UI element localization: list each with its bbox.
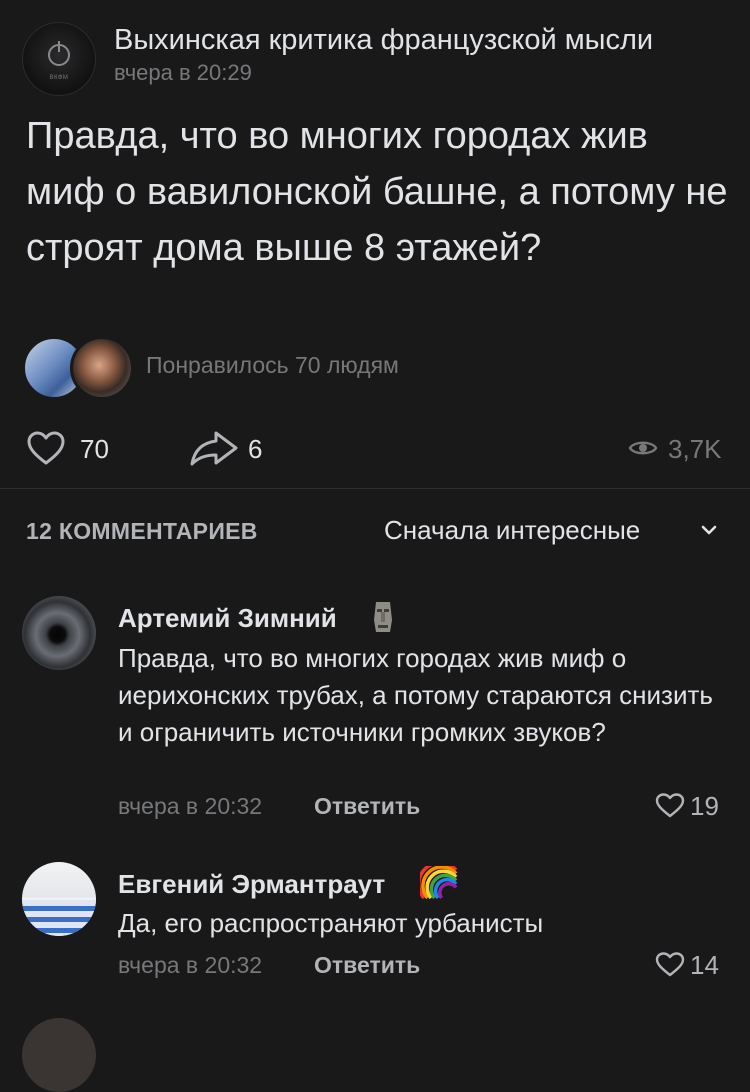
- divider: [0, 488, 750, 489]
- group-avatar[interactable]: ВКФМ: [22, 22, 96, 96]
- comment-text: Да, его распространяют урбанисты: [118, 908, 544, 938]
- liker-avatar[interactable]: [70, 336, 134, 400]
- comment-author-avatar[interactable]: [22, 1018, 96, 1092]
- likes-count: 70: [80, 434, 109, 464]
- comment-author-avatar[interactable]: [22, 862, 96, 936]
- comment-like-icon[interactable]: [655, 792, 685, 818]
- post-time: вчера в 20:29: [114, 60, 252, 85]
- shares-count: 6: [248, 434, 263, 464]
- comment-text: Правда, что во многих городах жив миф о …: [118, 643, 713, 747]
- reply-button[interactable]: Ответить: [314, 793, 420, 820]
- avatar-stripes: [22, 900, 96, 936]
- rainbow-icon: [420, 866, 458, 900]
- comment-author-avatar[interactable]: [22, 596, 96, 670]
- comment-like-icon[interactable]: [655, 951, 685, 977]
- power-icon: [48, 41, 70, 66]
- eye-icon: [628, 441, 658, 455]
- share-icon[interactable]: [188, 428, 242, 468]
- chevron-down-icon[interactable]: [700, 524, 718, 536]
- liked-by-text[interactable]: Понравилось 70 людям: [146, 352, 399, 379]
- comment-author-name[interactable]: Евгений Эрмантраут: [118, 869, 385, 900]
- comment-time: вчера в 20:32: [118, 952, 263, 978]
- group-name[interactable]: Выхинская критика французской мысли: [114, 24, 653, 57]
- moai-icon: [374, 602, 392, 632]
- reply-button[interactable]: Ответить: [314, 952, 420, 979]
- group-avatar-tag: ВКФМ: [49, 75, 69, 81]
- comment-likes-count: 19: [690, 791, 719, 821]
- comment-time: вчера в 20:32: [118, 793, 263, 819]
- comments-count-title: 12 КОММЕНТАРИЕВ: [26, 518, 258, 544]
- comment-author-name[interactable]: Артемий Зимний: [118, 603, 337, 634]
- views-count: 3,7K: [668, 434, 722, 464]
- comment-likes-count: 14: [690, 950, 719, 980]
- sort-dropdown[interactable]: Сначала интересные: [384, 515, 640, 546]
- post-text: Правда, что во многих городах жив миф о …: [26, 115, 728, 269]
- like-icon[interactable]: [26, 430, 66, 466]
